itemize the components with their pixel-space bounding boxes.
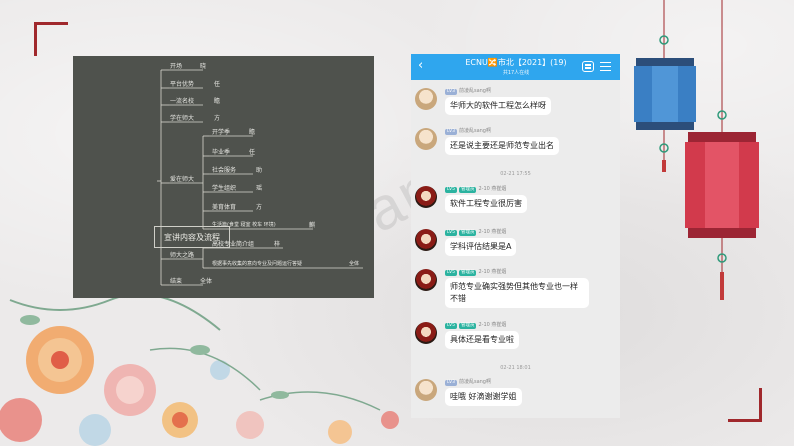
message-bubble[interactable]: 师范专业确实强势但其他专业也一样不错 — [445, 278, 589, 308]
level-badge: LV5 — [445, 187, 457, 193]
mindmap-node: 爱在师大 — [170, 176, 195, 183]
chat-header: ‹ ECNU🔀市北【2021】(19) 共17人在线 — [411, 54, 620, 80]
message-time: 2-10 — [478, 186, 490, 192]
mindmap-node-owner: 任 — [214, 81, 221, 88]
lantern-red — [685, 0, 759, 300]
mindmap-subnode: 生活篇(食堂 寝室 校车 环境) — [212, 222, 276, 228]
sender-name: 燕崔烟 — [491, 229, 507, 235]
mindmap-node-owner: 任 — [249, 149, 256, 156]
message-meta: LV3 前凌乱sang啊 — [445, 128, 491, 135]
mindmap-node: 平台优势 — [170, 81, 195, 88]
avatar[interactable] — [415, 186, 437, 208]
avatar[interactable] — [415, 229, 437, 251]
message-bubble[interactable]: 华师大的软件工程怎么样呀 — [445, 97, 551, 115]
mindmap-node-owner: 全体 — [349, 261, 360, 267]
mindmap-subnode: 社会服务 — [212, 167, 237, 174]
message-meta: LV5 管理员 2-10 燕崔烟 — [445, 269, 506, 276]
sender-name: 前凌乱sang啊 — [458, 379, 491, 385]
chat-online-count: 共17人在线 — [502, 70, 530, 76]
message-meta: LV3 前凌乱sang啊 — [445, 88, 491, 95]
mindmap-node-owner: 方 — [256, 204, 263, 211]
message-meta: LV5 管理员 2-10 燕崔烟 — [445, 186, 506, 193]
level-badge: LV3 — [445, 129, 457, 135]
mindmap-node: 开场 — [170, 63, 183, 70]
level-badge: LV5 — [445, 323, 457, 329]
sender-name: 前凌乱sang啊 — [458, 128, 491, 134]
mindmap-subnode: 根据事先收集的意向专业及问题运行答疑 — [212, 261, 303, 267]
message-bubble[interactable]: 还是说主要还是师范专业出名 — [445, 137, 559, 155]
avatar[interactable] — [415, 379, 437, 401]
message-meta: LV3 前凌乱sang啊 — [445, 379, 491, 386]
avatar[interactable] — [415, 128, 437, 150]
mindmap-node-owner: 瑶 — [256, 185, 263, 192]
message-meta: LV5 管理员 2-10 燕崔烟 — [445, 229, 506, 236]
mindmap-panel: 宣讲内容及流程 开场 晓 平台优势 任 一流名校 瞻 学在师大 方 爱在师大 开… — [73, 56, 374, 298]
level-badge: LV3 — [445, 89, 457, 95]
mindmap-node-owner: 全体 — [200, 278, 213, 285]
timestamp: 02-21 17:55 — [500, 171, 531, 177]
avatar[interactable] — [415, 322, 437, 344]
mindmap-node-owner: 瞻 — [214, 98, 221, 105]
mindmap-subnode: 美育体育 — [212, 204, 237, 211]
level-badge: LV3 — [445, 380, 457, 386]
corner-bracket-top-left — [34, 22, 68, 56]
back-icon[interactable]: ‹ — [418, 59, 423, 73]
mindmap-node: 师大之路 — [170, 252, 195, 259]
mindmap-node-owner: 助 — [256, 167, 263, 174]
mindmap-node-owner: 麒 — [309, 222, 316, 229]
message-time: 2-10 — [478, 269, 490, 275]
chat-window: ‹ ECNU🔀市北【2021】(19) 共17人在线 LV3 前凌乱sang啊 华… — [411, 54, 620, 418]
message-time: 2-10 — [478, 322, 490, 328]
level-badge: LV5 — [445, 270, 457, 276]
group-info-icon[interactable] — [582, 61, 594, 72]
message-bubble[interactable]: 软件工程专业很厉害 — [445, 195, 527, 213]
role-badge: 管理员 — [458, 323, 477, 329]
mindmap-node: 结束 — [170, 278, 183, 285]
message-bubble[interactable]: 学科评估结果是A — [445, 238, 517, 256]
mindmap-node-owner: 方 — [214, 115, 221, 122]
mindmap-subnode: 开学季 — [212, 129, 231, 136]
timestamp: 02-21 18:01 — [500, 365, 531, 371]
level-badge: LV5 — [445, 230, 457, 236]
mindmap-node: 一流名校 — [170, 98, 195, 105]
role-badge: 管理员 — [458, 230, 477, 236]
mindmap-node: 学在师大 — [170, 115, 195, 122]
mindmap-node-owner: 晓 — [200, 63, 207, 70]
mindmap-node-owner: 梓 — [274, 241, 281, 248]
sender-name: 燕崔烟 — [491, 269, 507, 275]
sender-name: 燕崔烟 — [491, 322, 507, 328]
role-badge: 管理员 — [458, 270, 477, 276]
flower-decoration — [0, 293, 399, 446]
mindmap-subnode: 学生组织 — [212, 185, 237, 192]
lantern-blue — [634, 0, 696, 172]
chat-title: ECNU🔀市北【2021】(19) — [465, 58, 567, 67]
role-badge: 管理员 — [458, 187, 477, 193]
mindmap-subnode: 高校专业简介组 — [212, 241, 255, 248]
mindmap-node-owner: 瞻 — [249, 129, 256, 136]
avatar[interactable] — [415, 269, 437, 291]
corner-bracket-bottom-right — [728, 388, 762, 422]
mindmap-subnode: 毕业季 — [212, 149, 231, 156]
sender-name: 前凌乱sang啊 — [458, 88, 491, 94]
avatar[interactable] — [415, 88, 437, 110]
message-time: 2-10 — [478, 229, 490, 235]
sender-name: 燕崔烟 — [491, 186, 507, 192]
message-meta: LV5 管理员 2-10 燕崔烟 — [445, 322, 506, 329]
message-bubble[interactable]: 哇哦 好滴谢谢学姐 — [445, 388, 522, 406]
menu-icon[interactable] — [600, 62, 611, 71]
message-bubble[interactable]: 具体还是看专业啦 — [445, 331, 519, 349]
